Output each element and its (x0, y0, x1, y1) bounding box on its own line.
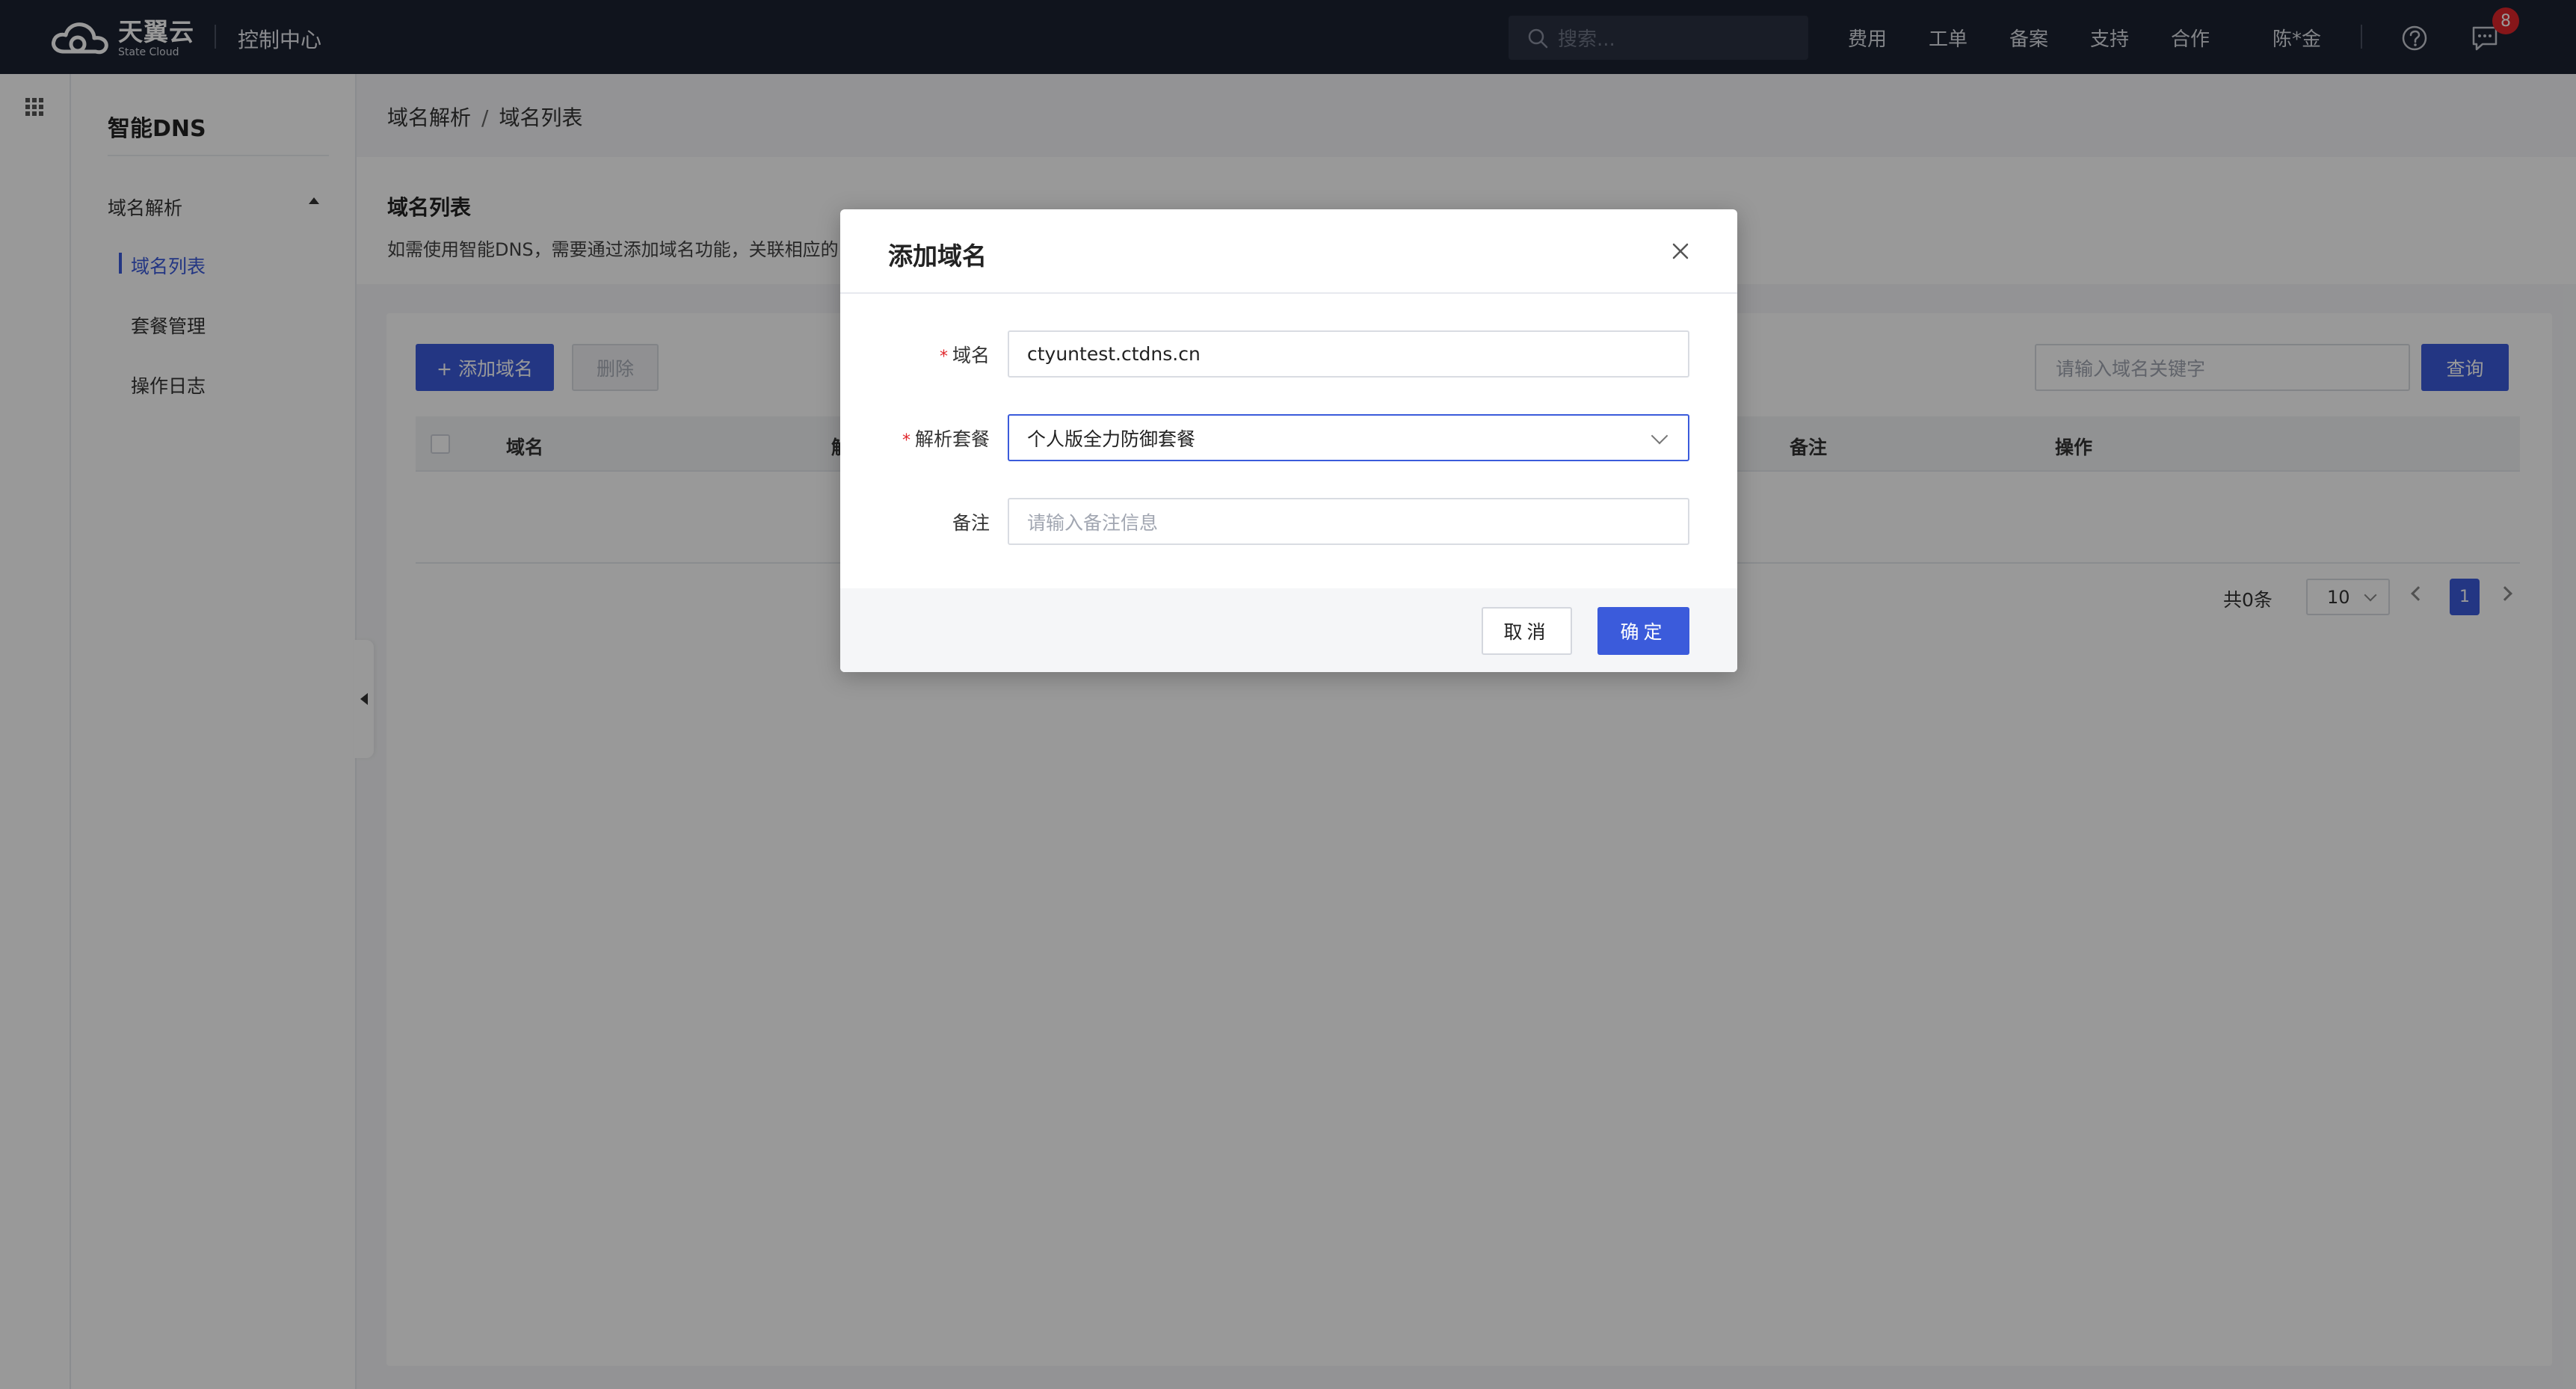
domain-field[interactable]: ctyuntest.ctdns.cn (1008, 330, 1689, 378)
domain-label-text: 域名 (952, 345, 990, 366)
chevron-down-icon (1651, 427, 1668, 445)
cancel-button[interactable]: 取消 (1482, 607, 1572, 655)
package-field-label: * 解析套餐 (840, 425, 990, 452)
dialog-title: 添加域名 (888, 241, 987, 271)
remark-field[interactable]: 请输入备注信息 (1008, 498, 1689, 545)
required-mark: * (902, 431, 910, 450)
domain-field-label: * 域名 (840, 341, 990, 368)
package-select[interactable]: 个人版全力防御套餐 (1008, 414, 1689, 461)
confirm-button[interactable]: 确定 (1597, 607, 1689, 655)
package-label-text: 解析套餐 (914, 428, 990, 450)
add-domain-dialog: 添加域名 * 域名 ctyuntest.ctdns.cn * 解析套餐 个人版全力防… (840, 209, 1737, 672)
close-icon[interactable] (1668, 239, 1692, 263)
package-selected-value: 个人版全力防御套餐 (1027, 428, 1196, 450)
modal-backdrop[interactable] (0, 0, 2576, 1389)
remark-field-label: 备注 (952, 512, 990, 534)
required-mark: * (939, 348, 948, 366)
divider (840, 292, 1737, 294)
